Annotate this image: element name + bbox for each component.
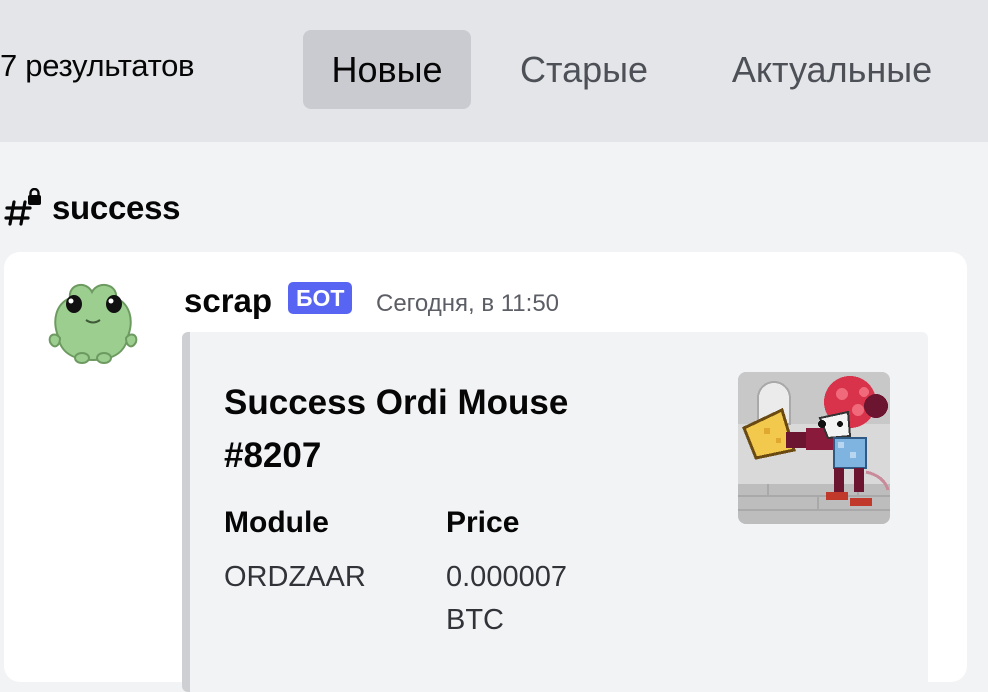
embed-field-module-value: ORDZAAR bbox=[224, 561, 366, 593]
message-embed: Success Ordi Mouse #8207 Module ORDZAAR … bbox=[182, 332, 928, 692]
embed-field-module-name: Module bbox=[224, 506, 329, 539]
search-result-message[interactable]: scrap БОТ Сегодня, в 11:50 Success Ordi … bbox=[4, 252, 967, 692]
tab-relevant[interactable]: Актуальные bbox=[704, 30, 960, 109]
tab-newest[interactable]: Новые bbox=[303, 30, 471, 109]
pixel-mouse-nft-thumbnail[interactable] bbox=[738, 372, 890, 524]
search-results-header: 7 результатов Новые Старые Актуальные bbox=[0, 0, 988, 142]
author-name[interactable]: scrap bbox=[184, 282, 272, 320]
channel-name: success bbox=[52, 189, 181, 226]
results-count: 7 результатов bbox=[0, 48, 195, 83]
message-timestamp[interactable]: Сегодня, в 11:50 bbox=[376, 290, 559, 318]
hash-lock-icon bbox=[4, 188, 41, 226]
embed-title: Success Ordi Mouse #8207 bbox=[224, 383, 569, 475]
embed-field-price-name: Price bbox=[446, 506, 520, 539]
channel-header[interactable]: success bbox=[4, 186, 180, 230]
bot-badge: БОТ bbox=[288, 282, 353, 314]
tab-oldest[interactable]: Старые bbox=[496, 30, 672, 109]
frog-avatar[interactable] bbox=[46, 276, 140, 368]
embed-field-price-value: 0.000007 BTC bbox=[446, 561, 567, 636]
